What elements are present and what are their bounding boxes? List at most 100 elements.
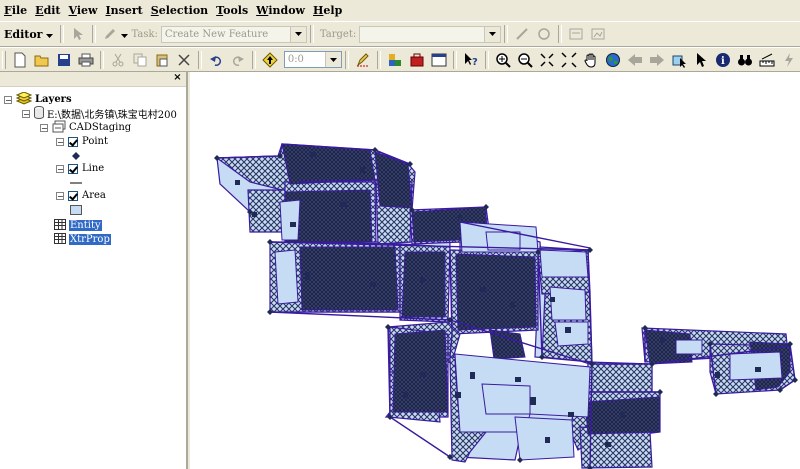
menu-window[interactable]: Window xyxy=(252,0,309,21)
visibility-checkbox[interactable] xyxy=(68,163,78,174)
chevron-down-icon xyxy=(289,26,306,42)
hyperlink-lightning-icon[interactable] xyxy=(779,50,799,70)
polygon-swatch-icon xyxy=(70,204,82,215)
data-frame-layers-icon xyxy=(15,90,33,108)
table-of-contents-panel: × − Layers − E:\数据\北务镇\珠宝屯村200 − CADStag… xyxy=(0,72,188,469)
task-dropdown[interactable]: Create New Feature xyxy=(160,25,307,43)
layer-line[interactable]: − Line xyxy=(56,162,104,175)
table-icon xyxy=(54,232,66,247)
point-symbol[interactable] xyxy=(72,149,80,162)
task-label: Task: xyxy=(131,28,158,40)
chevron-down-icon[interactable] xyxy=(121,28,129,41)
menu-tools[interactable]: Tools xyxy=(212,0,252,21)
measure-ruler-icon[interactable] xyxy=(757,50,777,70)
collapse-toggle[interactable]: − xyxy=(4,95,12,104)
collapse-toggle[interactable]: − xyxy=(22,109,30,118)
target-label: Target: xyxy=(319,28,357,40)
zoom-in-icon[interactable] xyxy=(493,50,513,70)
layer-label: Line xyxy=(82,163,105,174)
menu-view[interactable]: View xyxy=(65,0,102,21)
paste-icon[interactable] xyxy=(152,50,172,70)
line-symbol[interactable] xyxy=(70,176,82,189)
chevron-down-icon xyxy=(46,28,54,41)
collapse-toggle[interactable]: − xyxy=(56,164,64,173)
map-display[interactable] xyxy=(190,72,800,469)
split-tool-icon[interactable] xyxy=(512,24,532,44)
separator xyxy=(92,25,97,43)
line-swatch-icon xyxy=(70,182,82,183)
attributes-icon[interactable] xyxy=(566,24,586,44)
pan-hand-icon[interactable] xyxy=(581,50,601,70)
svg-text:?: ? xyxy=(472,57,478,68)
redo-icon[interactable] xyxy=(228,50,248,70)
editor-menu-button[interactable]: Editor xyxy=(0,28,57,41)
new-document-icon[interactable] xyxy=(10,50,30,70)
sketch-properties-icon[interactable] xyxy=(588,24,608,44)
menu-selection[interactable]: Selection xyxy=(147,0,212,21)
table-entity[interactable]: Entity xyxy=(54,218,102,232)
menu-insert[interactable]: Insert xyxy=(102,0,147,21)
identify-icon[interactable]: i xyxy=(713,50,733,70)
dataset-path-label: E:\数据\北务镇\珠宝屯村200 xyxy=(47,110,177,121)
rotate-tool-icon[interactable] xyxy=(534,24,554,44)
delete-icon[interactable] xyxy=(174,50,194,70)
data-frame-label: Layers xyxy=(35,94,72,105)
editor-toolbar-toggle-icon[interactable] xyxy=(353,50,373,70)
toc-title-bar: × xyxy=(0,72,186,87)
cad-parcel-map[interactable] xyxy=(190,72,800,469)
visibility-checkbox[interactable] xyxy=(68,190,78,201)
separator xyxy=(251,50,256,69)
target-dropdown[interactable] xyxy=(359,25,502,43)
command-line-icon[interactable] xyxy=(429,50,449,70)
collapse-toggle[interactable]: − xyxy=(56,191,64,200)
edit-tool-icon[interactable] xyxy=(68,24,88,44)
table-label: Entity xyxy=(69,220,102,231)
fixed-zoom-in-icon[interactable] xyxy=(537,50,557,70)
dataset-node[interactable]: − E:\数据\北务镇\珠宝屯村200 xyxy=(22,105,177,122)
menu-file[interactable]: File xyxy=(0,0,31,21)
fixed-zoom-out-icon[interactable] xyxy=(559,50,579,70)
select-elements-arrow-icon[interactable] xyxy=(691,50,711,70)
separator xyxy=(99,50,104,69)
collapse-toggle[interactable]: − xyxy=(56,137,64,146)
svg-text:i: i xyxy=(721,56,725,67)
copy-icon[interactable] xyxy=(130,50,150,70)
full-extent-globe-icon[interactable] xyxy=(603,50,623,70)
editor-toolbar: Editor Task: Create New Feature Target: xyxy=(0,21,800,47)
back-extent-icon[interactable] xyxy=(625,50,645,70)
separator xyxy=(309,25,314,43)
cut-icon[interactable] xyxy=(108,50,128,70)
select-features-icon[interactable] xyxy=(669,50,689,70)
group-layer-label: CADStaging xyxy=(69,122,132,133)
forward-extent-icon[interactable] xyxy=(647,50,667,70)
arctoolbox-icon[interactable] xyxy=(407,50,427,70)
open-folder-icon[interactable] xyxy=(32,50,52,70)
save-icon[interactable] xyxy=(54,50,74,70)
toolbar-grip[interactable] xyxy=(2,50,6,69)
menu-help[interactable]: Help xyxy=(309,0,346,21)
layer-point[interactable]: − Point xyxy=(56,135,108,148)
close-icon[interactable]: × xyxy=(172,72,183,84)
standard-toolbar: 0:0 ? i xyxy=(0,47,800,72)
arccatalog-icon[interactable] xyxy=(385,50,405,70)
find-binoculars-icon[interactable] xyxy=(735,50,755,70)
sketch-pencil-icon[interactable] xyxy=(100,24,120,44)
add-data-icon[interactable] xyxy=(260,50,280,70)
area-symbol[interactable] xyxy=(70,203,82,216)
whats-this-help-icon[interactable]: ? xyxy=(461,50,481,70)
visibility-checkbox[interactable] xyxy=(68,136,78,147)
separator xyxy=(197,50,202,69)
print-icon[interactable] xyxy=(76,50,96,70)
map-scale-dropdown[interactable]: 0:0 xyxy=(283,51,342,68)
menu-edit[interactable]: Edit xyxy=(31,0,64,21)
collapse-toggle[interactable]: − xyxy=(40,123,48,132)
database-icon xyxy=(34,105,44,122)
data-frame-node[interactable]: − Layers xyxy=(4,90,72,108)
map-scale-value: 0:0 xyxy=(287,54,304,65)
zoom-out-icon[interactable] xyxy=(515,50,535,70)
undo-icon[interactable] xyxy=(206,50,226,70)
layer-area[interactable]: − Area xyxy=(56,189,106,202)
cad-group-node[interactable]: − CADStaging xyxy=(40,120,132,134)
layer-label: Area xyxy=(82,190,106,201)
table-xtrprop[interactable]: XtrProp xyxy=(54,232,111,247)
